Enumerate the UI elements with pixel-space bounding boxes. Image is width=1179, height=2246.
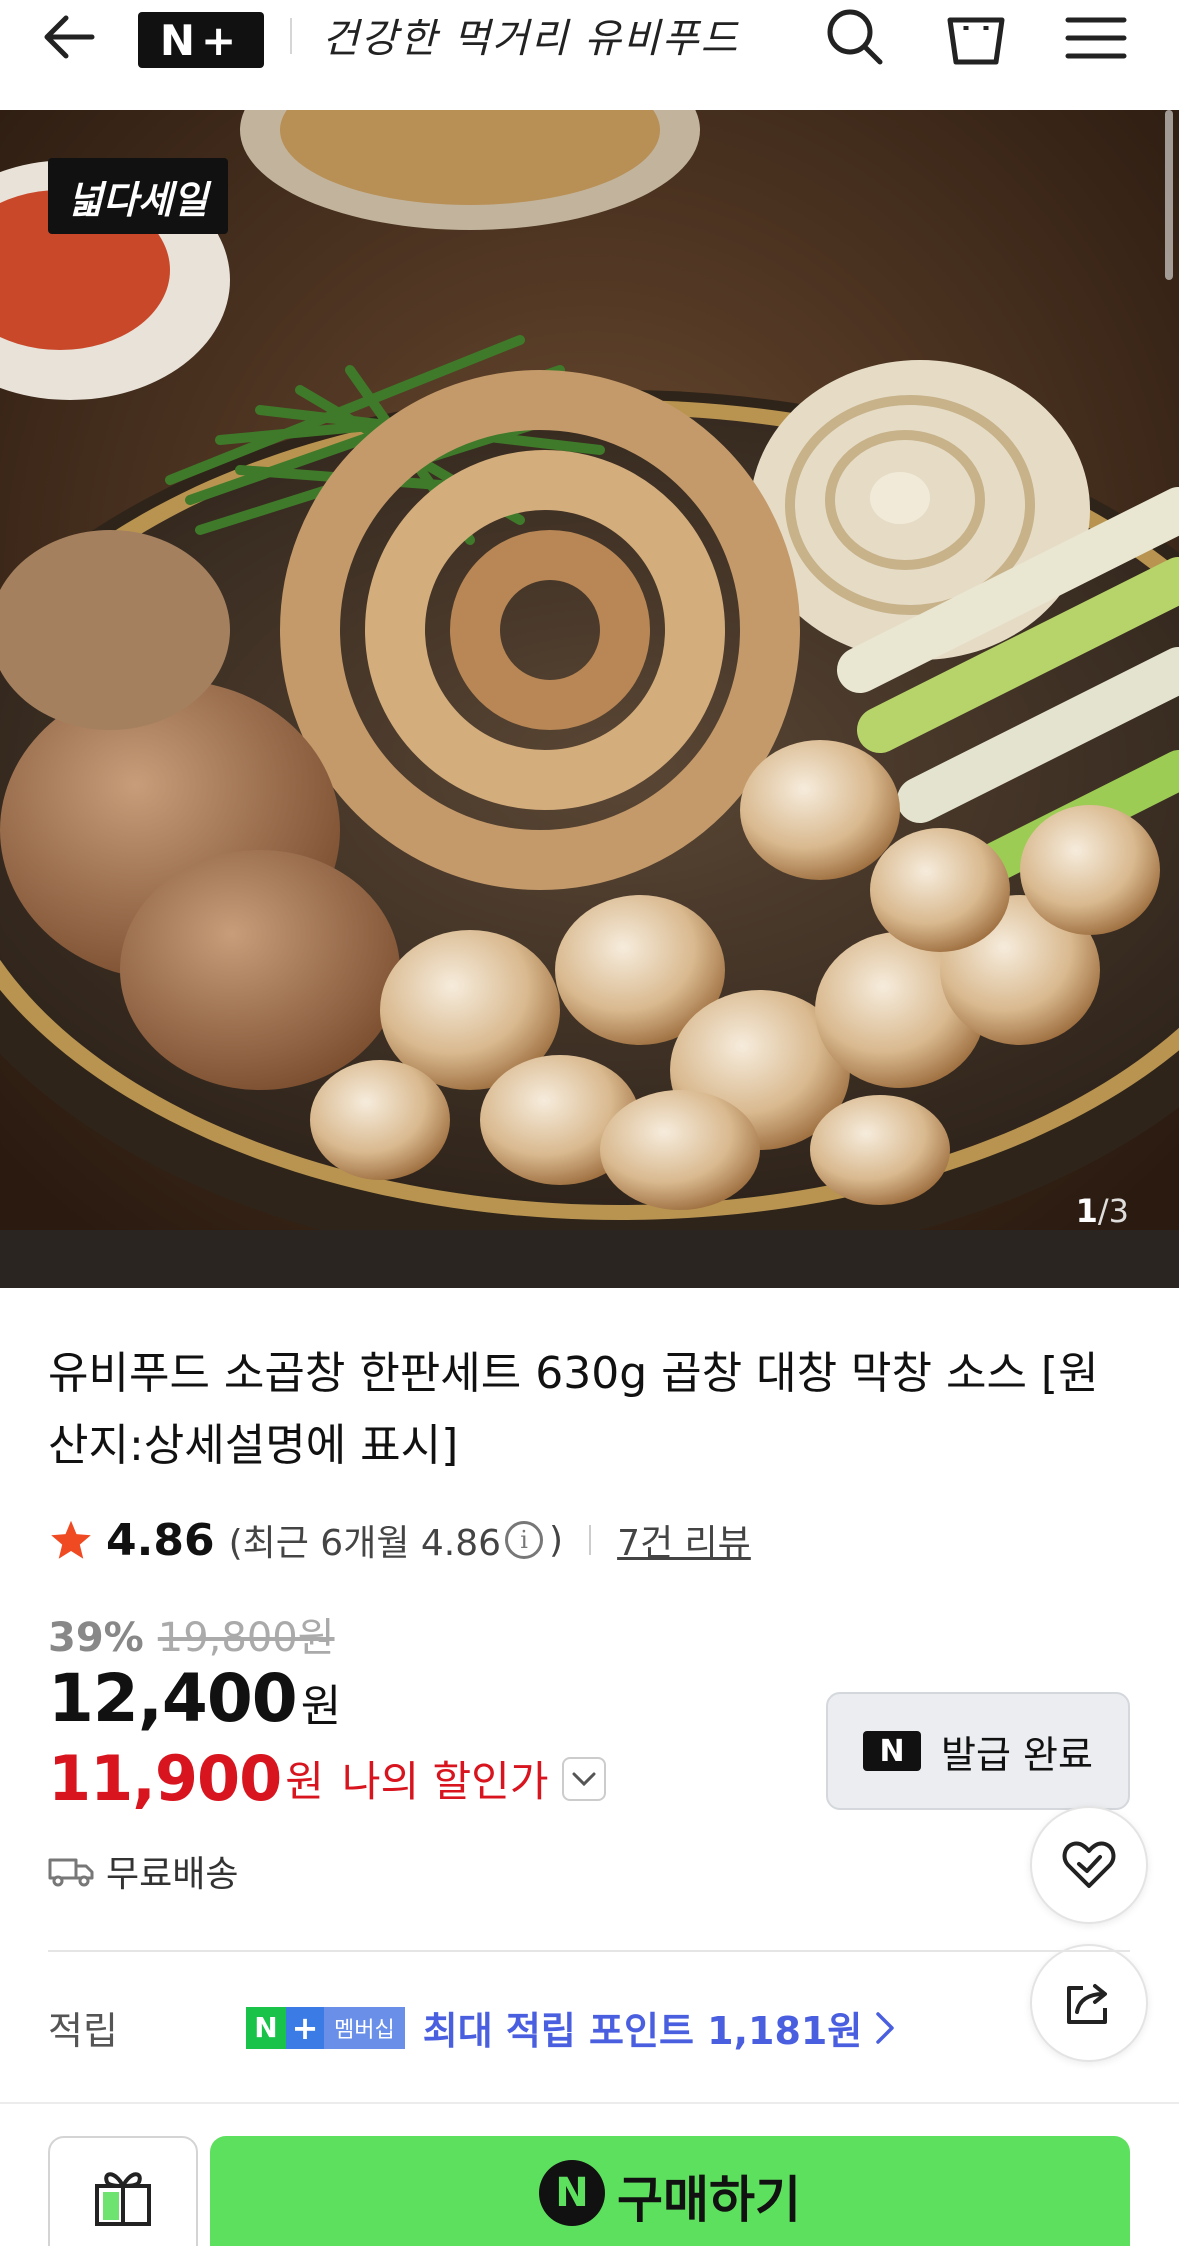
buy-button[interactable]: N 구매하기 <box>210 2136 1130 2246</box>
gift-button[interactable] <box>48 2136 198 2246</box>
menu-icon[interactable] <box>1064 8 1128 68</box>
bottom-action-bar: N 구매하기 <box>0 2102 1179 2246</box>
my-discount-price: 11,900 <box>48 1742 282 1815</box>
nplus-logo[interactable]: N+ <box>138 12 264 68</box>
header-divider <box>290 18 292 54</box>
original-price: 19,800원 <box>157 1615 335 1661</box>
total-pages: 3 <box>1108 1192 1129 1230</box>
heart-check-icon <box>1062 1841 1116 1888</box>
share-icon <box>1067 1984 1107 2024</box>
current-page: 1 <box>1075 1192 1098 1230</box>
product-image-carousel[interactable]: 넓다세일 1/3 <box>0 110 1179 1288</box>
nplus-badge-n: N <box>246 2006 286 2049</box>
my-price-label: 나의 할인가 <box>341 1757 549 1806</box>
coupon-label: 발급 완료 <box>941 1732 1093 1777</box>
rating-value: 4.86 <box>106 1514 215 1566</box>
gift-icon <box>95 2172 151 2226</box>
info-icon[interactable]: i <box>505 1521 544 1559</box>
max-points-text: 최대 적립 포인트 1,181원 <box>422 2009 863 2053</box>
discount-row: 39% 19,800원 <box>48 1605 335 1663</box>
nplus-badge-plus: + <box>286 2006 324 2049</box>
star-icon <box>51 1520 91 1559</box>
shipping-label: 무료배송 <box>106 1854 239 1895</box>
search-icon[interactable] <box>822 8 886 68</box>
recent-rating-close: ) <box>549 1519 564 1561</box>
membership-badge: 멤버십 <box>324 2006 405 2049</box>
rating-separator <box>589 1525 592 1555</box>
like-button[interactable] <box>1030 1806 1148 1924</box>
product-photo <box>0 110 1179 1288</box>
share-button[interactable] <box>1030 1944 1148 2062</box>
sale-badge: 넓다세일 <box>48 158 228 234</box>
recent-rating-text: (최근 6개월 4.86 <box>228 1523 502 1564</box>
coupon-issued-button[interactable]: N 발급 완료 <box>826 1692 1130 1810</box>
points-row[interactable]: 적립 N + 멤버십 최대 적립 포인트 1,181원 <box>48 2000 1008 2055</box>
review-link[interactable]: 7건 리뷰 <box>617 1514 751 1566</box>
sale-price: 12,400 <box>48 1660 298 1737</box>
product-title: 유비푸드 소곱창 한판세트 630g 곱창 대창 막창 소스 [원산지:상세설명… <box>48 1348 1099 1471</box>
chevron-down-icon[interactable] <box>562 1756 607 1801</box>
shipping-row: 무료배송 <box>48 1845 238 1897</box>
truck-icon <box>48 1858 94 1887</box>
my-price-row: 11,900 원 나의 할인가 <box>48 1742 607 1815</box>
scrollbar[interactable] <box>1165 110 1173 280</box>
recent-rating: (최근 6개월 4.86 i ) <box>229 1514 564 1566</box>
naver-n-icon: N <box>539 2160 605 2226</box>
back-arrow-icon[interactable] <box>40 12 100 62</box>
my-price-unit: 원 <box>285 1757 324 1806</box>
discount-rate: 39% <box>48 1615 144 1661</box>
price-unit: 원 <box>300 1681 342 1732</box>
price-row: 12,400 원 <box>48 1660 341 1737</box>
buy-label: 구매하기 <box>617 2171 801 2229</box>
page-separator: / <box>1097 1192 1109 1230</box>
section-divider <box>48 1950 1130 1952</box>
top-header: N+ 건강한 먹거리 유비푸드 <box>0 0 1179 110</box>
naver-n-icon: N <box>863 1731 922 1771</box>
points-label: 적립 <box>48 2009 118 2053</box>
rating-row: 4.86 (최근 6개월 4.86 i ) 7건 리뷰 <box>48 1514 751 1566</box>
cart-icon[interactable] <box>944 8 1008 68</box>
image-page-indicator: 1/3 <box>1076 1192 1129 1230</box>
chevron-right-icon <box>876 2011 895 2044</box>
store-name[interactable]: 건강한 먹거리 유비푸드 <box>322 6 739 64</box>
